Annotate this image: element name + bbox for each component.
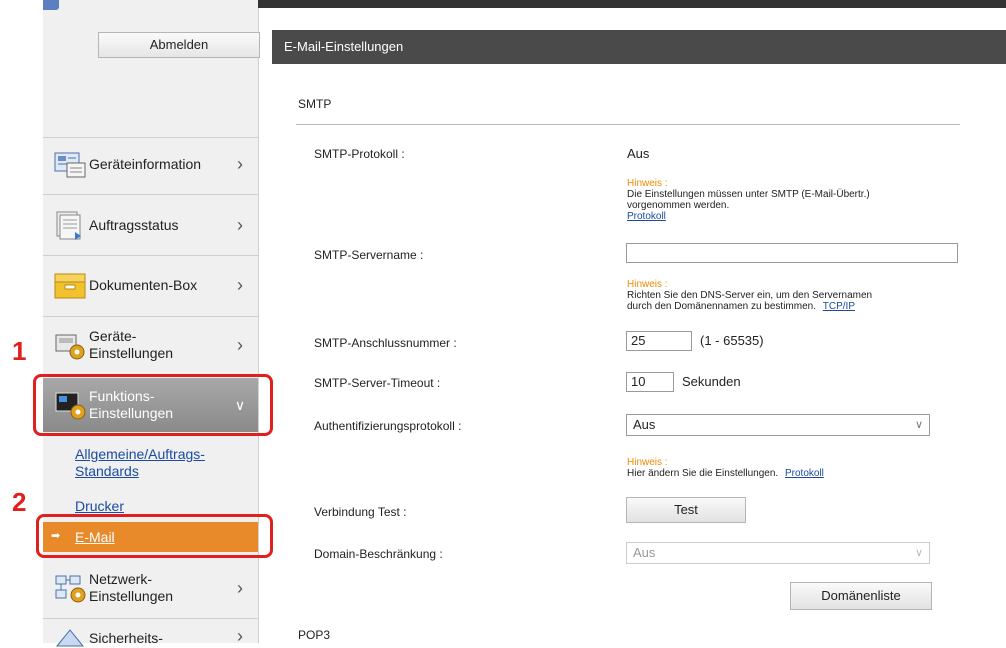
sidebar-item-label: Sicherheits- [89,630,163,646]
top-bar [258,0,1006,8]
protocol-link[interactable]: Protokoll [785,468,824,479]
divider [43,618,258,619]
divider [43,255,258,256]
smtp-protocol-value: Aus [627,146,650,161]
page-title: E-Mail-Einstellungen [284,39,404,54]
smtp-port-range: (1 - 65535) [700,333,764,348]
chevron-right-icon: › [237,334,243,355]
domain-restriction-select[interactable]: Aus ∨ [626,542,930,564]
smtp-servername-hint: Hinweis : Richten Sie den DNS-Server ein… [627,279,873,312]
chevron-right-icon: › [237,153,243,174]
smtp-timeout-label: SMTP-Server-Timeout : [314,376,441,390]
chevron-right-icon: › [237,214,243,235]
logout-button[interactable]: Abmelden [98,32,260,58]
chevron-right-icon: › [237,274,243,295]
page-header: E-Mail-Einstellungen [272,30,1006,64]
domain-restriction-value: Aus [633,545,656,560]
sidebar-item-security-settings[interactable]: Sicherheits- › [43,624,258,648]
chevron-right-icon: › [237,626,243,646]
sidebar-item-label: Auftragsstatus [89,216,179,233]
smtp-servername-label: SMTP-Servername : [314,248,424,262]
sidebar-item-label: Netzwerk- Einstellungen [89,571,174,604]
auth-protocol-label: Authentifizierungsprotokoll : [314,419,462,433]
section-title-pop3: POP3 [298,628,331,642]
connection-test-label: Verbindung Test : [314,505,407,519]
auth-protocol-value: Aus [633,417,656,432]
smtp-protocol-hint: Hinweis : Die Einstellungen müssen unter… [627,178,870,222]
smtp-timeout-input[interactable]: 10 [626,372,674,392]
document-box-icon [53,270,87,300]
sidebar-item-job-status[interactable]: Auftragsstatus › [43,202,258,248]
section-divider [296,124,960,125]
device-info-icon [53,149,87,179]
smtp-protocol-label: SMTP-Protokoll : [314,147,405,161]
sidebar-item-label: Dokumenten-Box [89,276,198,293]
smtp-port-label: SMTP-Anschlussnummer : [314,336,457,350]
smtp-timeout-unit: Sekunden [682,374,741,389]
app-logo-fragment [43,0,59,10]
chevron-right-icon: › [237,577,243,598]
sidebar-item-label: Geräte- Einstellungen [89,328,174,361]
protocol-link[interactable]: Protokoll [627,211,666,222]
highlight-box-function-settings [33,374,273,436]
step-marker-1: 1 [12,336,27,366]
tcpip-link[interactable]: TCP/IP [823,301,855,312]
sidebar-item-label: Geräteinformation [89,155,202,172]
device-settings-icon [53,330,87,360]
subitem-general-job-defaults[interactable]: Allgemeine/Auftrags- Standards [75,446,205,480]
chevron-down-icon: ∨ [914,547,923,559]
auth-protocol-select[interactable]: Aus ∨ [626,414,930,436]
sidebar-item-device-settings[interactable]: Geräte- Einstellungen › [43,322,258,368]
divider [43,316,258,317]
smtp-port-input[interactable]: 25 [626,331,692,351]
domain-restriction-label: Domain-Beschränkung : [314,547,443,561]
highlight-box-email [36,514,273,558]
test-button[interactable]: Test [626,497,746,523]
security-settings-icon [53,624,87,648]
job-status-icon [53,210,87,240]
divider [43,137,258,138]
network-settings-icon [53,573,87,603]
section-title-smtp: SMTP [298,97,332,111]
chevron-down-icon: ∨ [914,419,923,431]
sidebar-item-document-box[interactable]: Dokumenten-Box › [43,262,258,308]
smtp-servername-input[interactable] [626,243,958,263]
sidebar-item-device-info[interactable]: Geräteinformation › [43,141,258,187]
domain-list-button[interactable]: Domänenliste [790,582,932,610]
step-marker-2: 2 [12,487,27,517]
divider [43,194,258,195]
sidebar-item-network-settings[interactable]: Netzwerk- Einstellungen › [43,565,258,611]
auth-protocol-hint: Hinweis : Hier ändern Sie die Einstellun… [627,457,824,479]
subitem-printer[interactable]: Drucker [75,498,124,515]
